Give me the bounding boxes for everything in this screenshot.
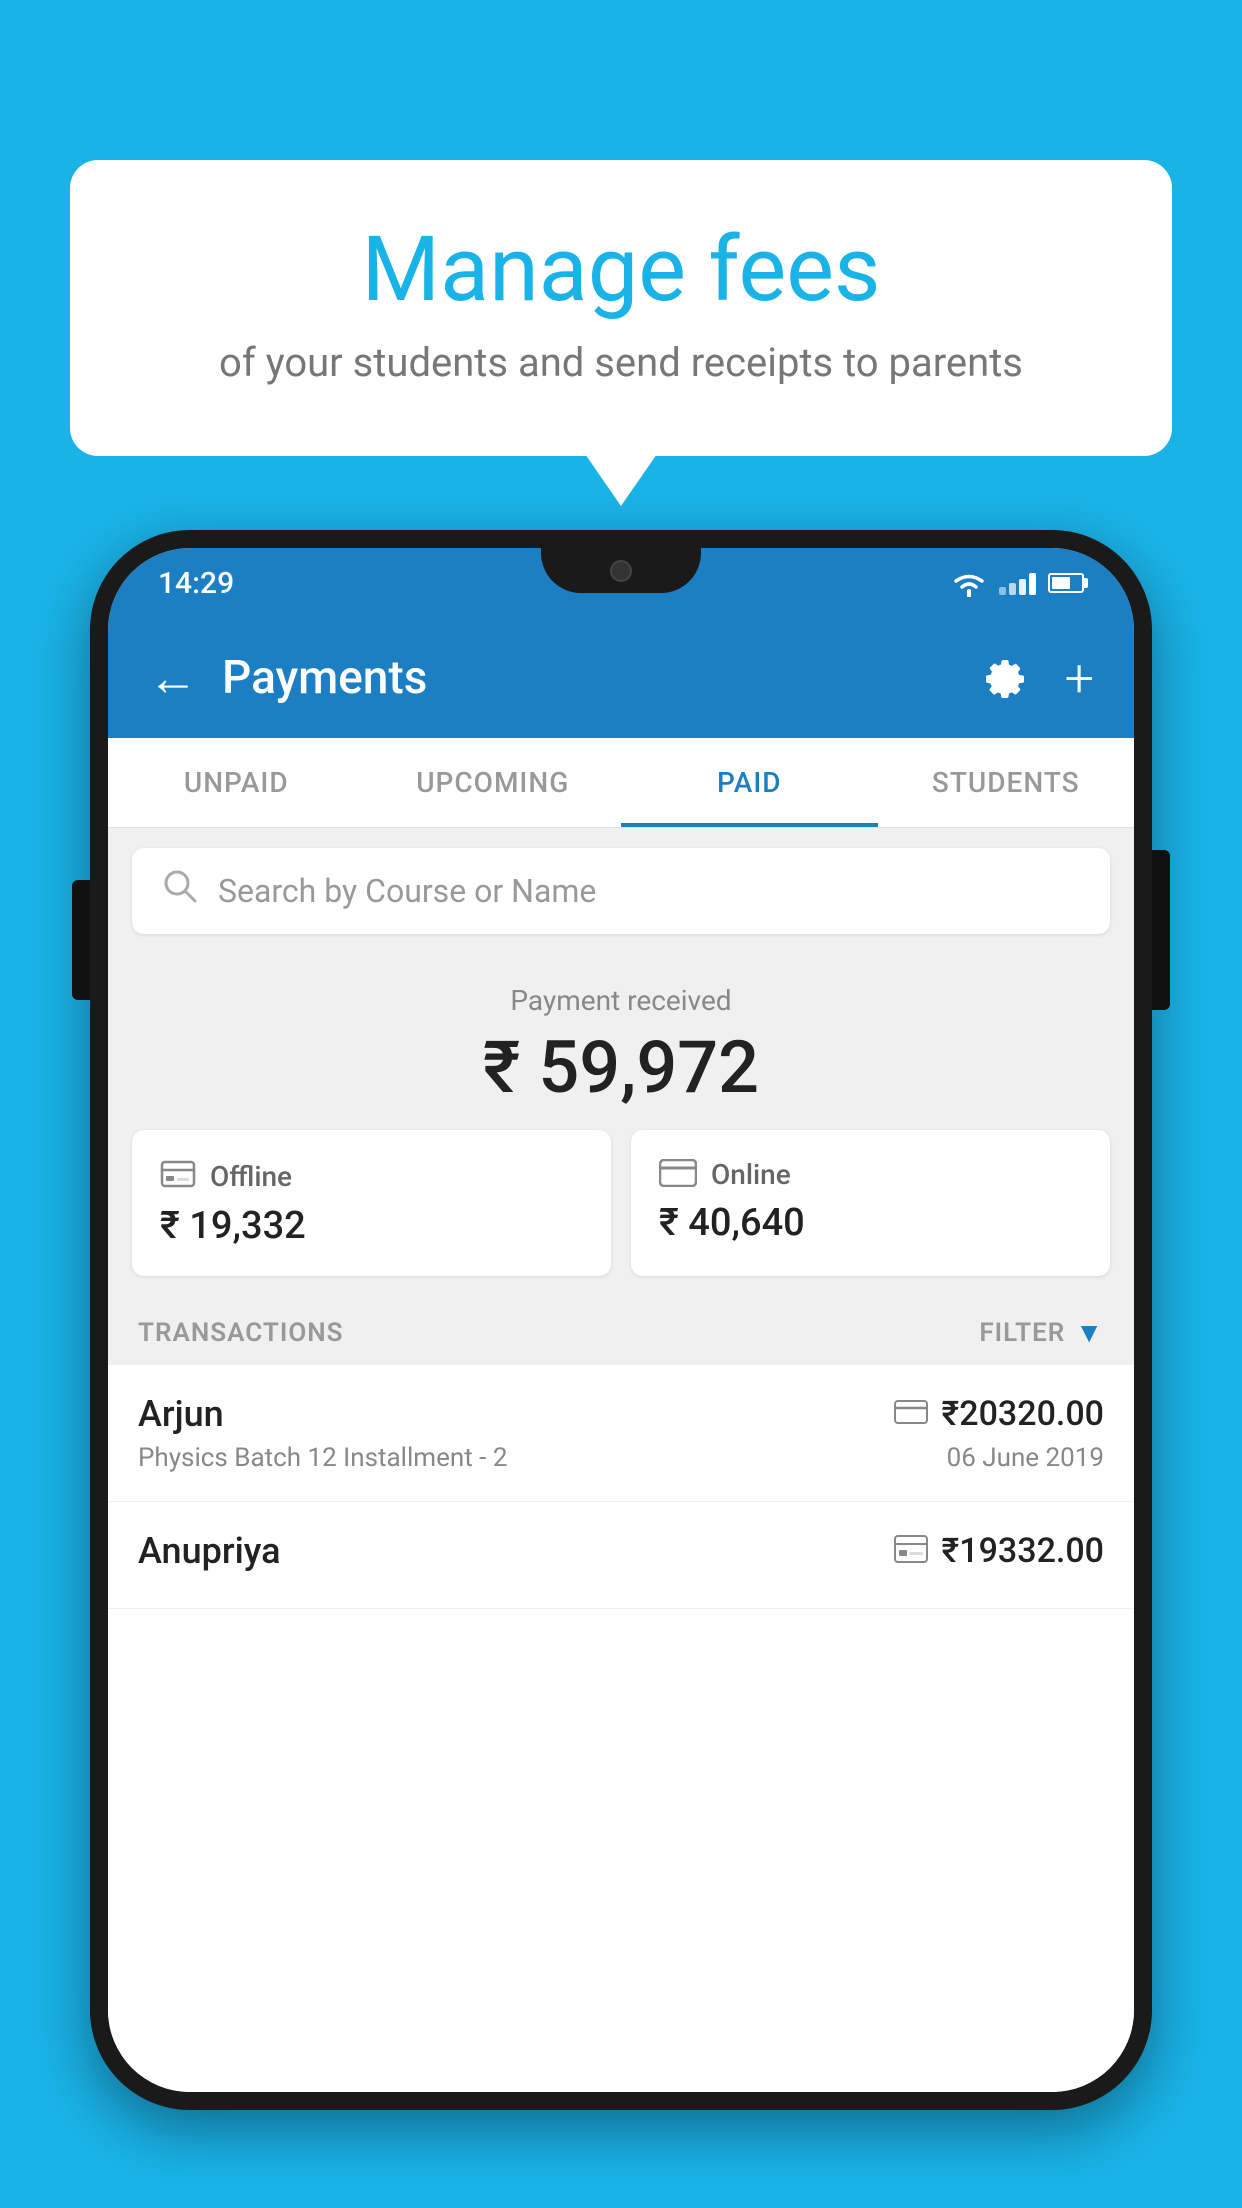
- transaction-amount: ₹19332.00: [942, 1531, 1104, 1571]
- speech-bubble-subtitle: of your students and send receipts to pa…: [150, 339, 1092, 386]
- offline-icon: [160, 1158, 196, 1194]
- search-placeholder: Search by Course or Name: [218, 872, 596, 910]
- offline-payment-icon: [894, 1535, 928, 1567]
- speech-bubble-container: Manage fees of your students and send re…: [70, 160, 1172, 456]
- transaction-row-top: Anupriya ₹193: [138, 1530, 1104, 1572]
- status-icons: [951, 569, 1084, 597]
- phone-screen: 14:29: [108, 548, 1134, 2092]
- filter-label: FILTER: [979, 1318, 1065, 1348]
- offline-payment-card: Offline ₹ 19,332: [132, 1130, 611, 1276]
- phone-container: 14:29: [90, 530, 1152, 2208]
- transaction-amount: ₹20320.00: [942, 1394, 1104, 1434]
- payment-received-label: Payment received: [132, 984, 1110, 1017]
- transaction-name: Arjun: [138, 1393, 224, 1435]
- plus-button[interactable]: +: [1065, 648, 1094, 709]
- status-bar: 14:29: [108, 548, 1134, 618]
- tab-unpaid[interactable]: UNPAID: [108, 738, 365, 827]
- phone-frame: 14:29: [90, 530, 1152, 2110]
- speech-bubble: Manage fees of your students and send re…: [70, 160, 1172, 456]
- offline-card-label: Offline: [210, 1160, 292, 1193]
- offline-card-amount: ₹ 19,332: [160, 1204, 583, 1248]
- content-area: Search by Course or Name Payment receive…: [108, 828, 1134, 2092]
- app-bar-icons: +: [981, 648, 1094, 709]
- transaction-row-top: Arjun ₹20320.00: [138, 1393, 1104, 1435]
- online-payment-icon: [894, 1400, 928, 1428]
- wifi-icon: [951, 569, 987, 597]
- payment-received-section: Payment received ₹ 59,972: [108, 954, 1134, 1130]
- transaction-desc: Physics Batch 12 Installment - 2: [138, 1443, 507, 1473]
- gear-icon[interactable]: [981, 654, 1029, 702]
- transactions-label: TRANSACTIONS: [138, 1318, 344, 1348]
- tab-upcoming[interactable]: UPCOMING: [365, 738, 622, 827]
- transaction-date: 06 June 2019: [947, 1443, 1104, 1473]
- online-icon: [659, 1159, 697, 1191]
- transaction-name: Anupriya: [138, 1530, 281, 1572]
- online-card-amount: ₹ 40,640: [659, 1201, 1082, 1245]
- speech-bubble-title: Manage fees: [150, 220, 1092, 319]
- transaction-row[interactable]: Anupriya ₹193: [108, 1502, 1134, 1609]
- transaction-list: Arjun ₹20320.00: [108, 1365, 1134, 2092]
- app-bar-title: Payments: [222, 651, 981, 705]
- camera-dot: [610, 560, 632, 582]
- tab-paid[interactable]: PAID: [621, 738, 878, 827]
- payment-amount: ₹ 59,972: [132, 1025, 1110, 1110]
- search-icon: [162, 868, 198, 914]
- filter-button[interactable]: FILTER ▼: [979, 1316, 1104, 1349]
- signal-icon: [999, 571, 1036, 595]
- battery-icon: [1048, 573, 1084, 593]
- transaction-row[interactable]: Arjun ₹20320.00: [108, 1365, 1134, 1502]
- app-bar: ← Payments +: [108, 618, 1134, 738]
- filter-icon: ▼: [1075, 1316, 1104, 1349]
- transaction-amount-wrap: ₹19332.00: [894, 1531, 1104, 1571]
- transactions-header: TRANSACTIONS FILTER ▼: [108, 1300, 1134, 1365]
- payment-cards: Offline ₹ 19,332: [108, 1130, 1134, 1300]
- online-card-header: Online: [659, 1158, 1082, 1191]
- back-button[interactable]: ←: [148, 649, 198, 708]
- offline-card-header: Offline: [160, 1158, 583, 1194]
- online-card-label: Online: [711, 1158, 791, 1191]
- search-bar[interactable]: Search by Course or Name: [132, 848, 1110, 934]
- tabs-container: UNPAID UPCOMING PAID STUDENTS: [108, 738, 1134, 828]
- transaction-row-bottom: Physics Batch 12 Installment - 2 06 June…: [138, 1443, 1104, 1473]
- notch: [541, 548, 701, 593]
- status-time: 14:29: [158, 566, 234, 601]
- online-payment-card: Online ₹ 40,640: [631, 1130, 1110, 1276]
- tab-students[interactable]: STUDENTS: [878, 738, 1135, 827]
- transaction-amount-wrap: ₹20320.00: [894, 1394, 1104, 1434]
